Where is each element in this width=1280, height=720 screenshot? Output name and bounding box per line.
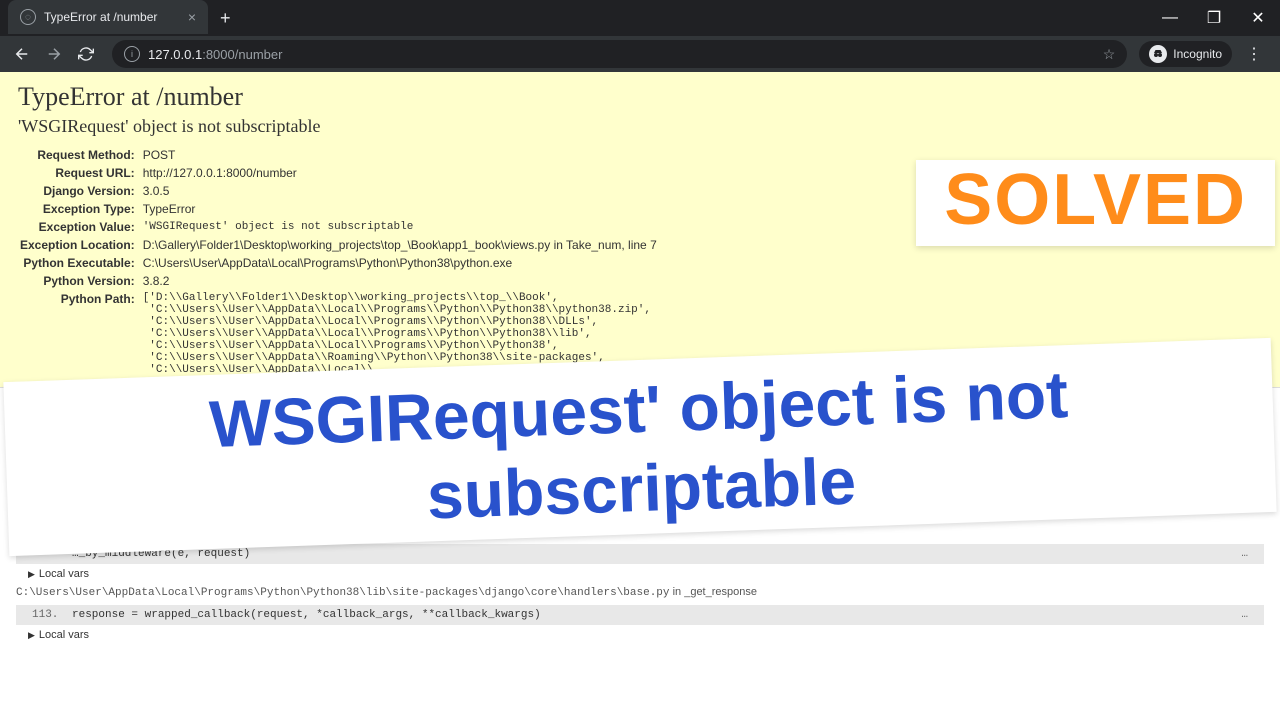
- row-value: D:\Gallery\Folder1\Desktop\working_proje…: [143, 237, 657, 253]
- address-bar[interactable]: i 127.0.0.1:8000/number ☆: [112, 40, 1127, 68]
- browser-toolbar: i 127.0.0.1:8000/number ☆ Incognito ⋮: [0, 36, 1280, 72]
- url-text: 127.0.0.1:8000/number: [148, 47, 1095, 62]
- solved-text: SOLVED: [944, 164, 1247, 236]
- solved-overlay: SOLVED: [916, 160, 1275, 246]
- local-vars-toggle[interactable]: ▶Local vars: [0, 627, 1280, 643]
- window-controls: — ❐ ✕: [1148, 0, 1280, 36]
- incognito-badge[interactable]: Incognito: [1139, 41, 1232, 67]
- reload-button[interactable]: [72, 40, 100, 68]
- close-icon[interactable]: ×: [188, 9, 196, 25]
- row-label: Python Executable:: [20, 255, 141, 271]
- row-label: Exception Location:: [20, 237, 141, 253]
- browser-titlebar: ◌ TypeError at /number × + — ❐ ✕: [0, 0, 1280, 36]
- minimize-button[interactable]: —: [1148, 0, 1192, 36]
- row-label: Request Method:: [20, 147, 141, 163]
- arrow-right-icon: ▶: [28, 569, 35, 579]
- new-tab-button[interactable]: +: [208, 0, 243, 37]
- incognito-icon: [1149, 45, 1167, 63]
- code-line: 113. response = wrapped_callback(request…: [16, 605, 1264, 625]
- row-value: 3.0.5: [143, 183, 657, 199]
- browser-menu-button[interactable]: ⋮: [1236, 44, 1272, 64]
- row-value: 'WSGIRequest' object is not subscriptabl…: [143, 219, 657, 235]
- row-label: Django Version:: [20, 183, 141, 199]
- exception-message: 'WSGIRequest' object is not subscriptabl…: [18, 116, 1262, 137]
- row-value: http://127.0.0.1:8000/number: [143, 165, 657, 181]
- forward-button[interactable]: [40, 40, 68, 68]
- browser-tab[interactable]: ◌ TypeError at /number ×: [8, 0, 208, 34]
- row-value: POST: [143, 147, 657, 163]
- page-title: TypeError at /number: [18, 82, 1262, 112]
- local-vars-toggle[interactable]: ▶Local vars: [0, 566, 1280, 582]
- site-info-icon[interactable]: i: [124, 46, 140, 62]
- row-label: Request URL:: [20, 165, 141, 181]
- row-label: Exception Type:: [20, 201, 141, 217]
- close-window-button[interactable]: ✕: [1236, 0, 1280, 36]
- row-value: 3.8.2: [143, 273, 657, 289]
- row-label: Exception Value:: [20, 219, 141, 235]
- error-details-table: Request Method:POST Request URL:http://1…: [18, 145, 659, 379]
- row-value: C:\Users\User\AppData\Local\Programs\Pyt…: [143, 255, 657, 271]
- arrow-right-icon: ▶: [28, 630, 35, 640]
- tab-title: TypeError at /number: [44, 10, 180, 24]
- row-label: Python Path:: [20, 291, 141, 377]
- back-button[interactable]: [8, 40, 36, 68]
- trace-file: C:\Users\User\AppData\Local\Programs\Pyt…: [0, 582, 1280, 603]
- bookmark-icon[interactable]: ☆: [1103, 46, 1116, 63]
- row-label: Python Version:: [20, 273, 141, 289]
- globe-icon: ◌: [20, 9, 36, 25]
- maximize-button[interactable]: ❐: [1192, 0, 1236, 36]
- row-value: TypeError: [143, 201, 657, 217]
